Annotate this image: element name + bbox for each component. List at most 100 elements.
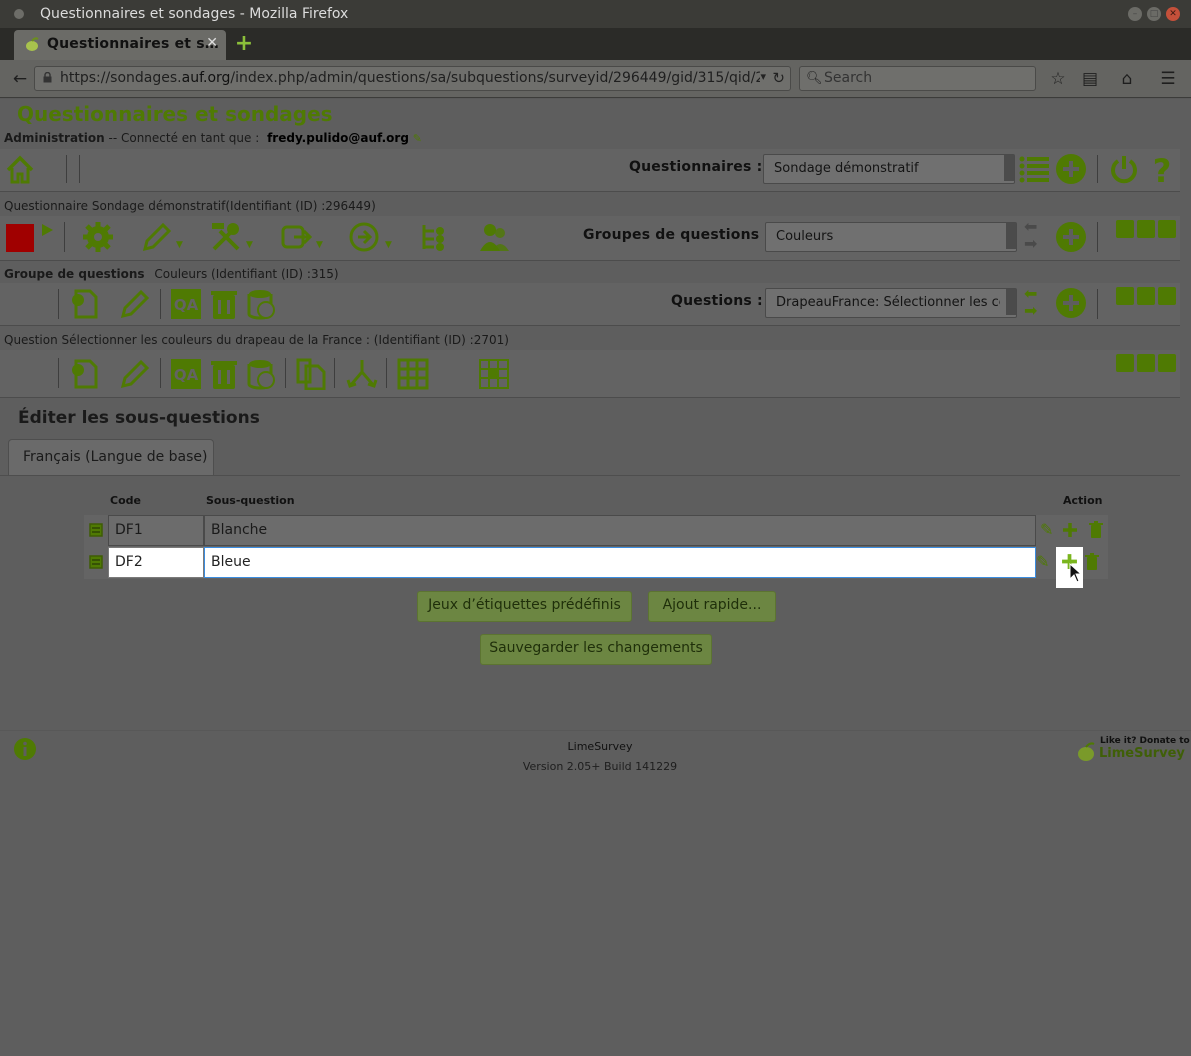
separator <box>334 358 335 388</box>
survey-settings-gear-icon[interactable] <box>82 221 114 253</box>
dropdown-arrow-icon[interactable]: ▼ <box>176 240 183 250</box>
minimize-panel-icon[interactable] <box>1116 220 1134 238</box>
reload-icon[interactable]: ↻ <box>772 69 785 87</box>
prev-next-group-arrows-icon[interactable]: ⬅ ➡ <box>1024 218 1037 252</box>
separator <box>58 358 59 388</box>
dropdown-arrow-icon[interactable]: ▼ <box>316 240 323 250</box>
close-tab-icon[interactable]: ✕ <box>206 35 218 51</box>
responses-icon[interactable] <box>348 221 380 253</box>
delete-question-icon[interactable] <box>208 358 240 390</box>
subquestion-input[interactable]: Bleue <box>204 547 1036 578</box>
back-arrow-icon[interactable]: ← <box>7 66 33 92</box>
close-panel-icon[interactable] <box>1158 220 1176 238</box>
export-question-database-icon[interactable] <box>246 358 278 390</box>
drag-handle-icon[interactable] <box>89 555 103 569</box>
preview-qa-icon[interactable]: QA <box>170 358 202 390</box>
minimize-icon[interactable]: – <box>1128 7 1142 21</box>
survey-structure-icon[interactable] <box>418 221 450 253</box>
export-group-database-icon[interactable] <box>246 288 278 320</box>
survey-toolbar: ▼ ▼ ▼ ▼ Groupes de questions : Couleurs … <box>0 216 1180 261</box>
subquestion-input[interactable]: Blanche <box>204 515 1036 546</box>
question-groups-label: Groupes de questions : <box>583 227 771 243</box>
question-settings-icon[interactable] <box>68 358 100 390</box>
conditions-icon[interactable] <box>346 358 378 390</box>
drag-handle-icon[interactable] <box>89 523 103 537</box>
donate-line1: Like it? Donate to <box>1100 736 1190 746</box>
tools-icon[interactable] <box>210 221 242 253</box>
close-panel-icon[interactable] <box>1158 354 1176 372</box>
list-surveys-icon[interactable] <box>1018 153 1050 185</box>
close-panel-icon[interactable] <box>1158 287 1176 305</box>
home-icon[interactable] <box>4 154 36 186</box>
svg-text:QA: QA <box>174 296 199 314</box>
save-changes-button[interactable]: Sauvegarder les changements <box>480 634 712 665</box>
column-header-code: Code <box>110 494 141 507</box>
edit-pencil-icon[interactable]: ✎ <box>1036 552 1049 571</box>
add-row-icon[interactable] <box>1062 522 1078 538</box>
edit-question-pencil-icon[interactable] <box>119 358 151 390</box>
edit-pencil-icon[interactable]: ✎ <box>1040 520 1053 539</box>
survey-select[interactable]: Sondage démonstratif <box>763 154 1015 184</box>
help-icon[interactable]: ? <box>1146 153 1178 185</box>
question-select[interactable]: DrapeauFrance: Sélectionner les coule <box>765 288 1017 318</box>
add-question-group-icon[interactable] <box>1055 221 1087 253</box>
search-icon: 🔍︎ <box>806 71 823 86</box>
logout-power-icon[interactable] <box>1108 153 1140 185</box>
reading-list-icon[interactable]: ▤ <box>1077 66 1103 92</box>
dropdown-arrow-icon[interactable]: ▼ <box>246 240 253 250</box>
maximize-icon[interactable]: □ <box>1147 7 1161 21</box>
prev-next-question-arrows-icon[interactable]: ⬅ ➡ <box>1024 285 1037 319</box>
delete-row-icon[interactable] <box>1084 553 1100 571</box>
delete-row-icon[interactable] <box>1088 521 1104 539</box>
maximize-panel-icon[interactable] <box>1137 220 1155 238</box>
add-survey-icon[interactable] <box>1055 153 1087 185</box>
participants-icon[interactable] <box>478 221 510 253</box>
footer-app-name: LimeSurvey <box>567 740 633 753</box>
close-window-icon[interactable]: ✕ <box>1166 7 1180 21</box>
answer-options-grid-icon[interactable] <box>478 358 510 390</box>
tab-language-base[interactable]: Français (Langue de base) <box>8 439 214 475</box>
donate-logo[interactable]: Like it? Donate to LimeSurvey <box>1076 736 1190 764</box>
window-titlebar: Questionnaires et sondages - Mozilla Fir… <box>0 0 1191 28</box>
page-content: Questionnaires et sondages Administratio… <box>0 99 1191 1056</box>
delete-group-icon[interactable] <box>208 288 240 320</box>
separator <box>79 155 80 183</box>
display-export-icon[interactable] <box>280 221 312 253</box>
edit-user-icon[interactable]: ✎ <box>413 132 422 145</box>
maximize-panel-icon[interactable] <box>1137 354 1155 372</box>
separator <box>285 358 286 388</box>
code-input[interactable]: DF1 <box>108 515 204 546</box>
code-input[interactable]: DF2 <box>108 547 204 578</box>
tab-language-label: Français (Langue de base) <box>23 449 208 465</box>
edit-group-pencil-icon[interactable] <box>119 288 151 320</box>
home-icon[interactable]: ⌂ <box>1114 66 1140 92</box>
edit-survey-pencil-icon[interactable] <box>141 221 173 253</box>
minimize-panel-icon[interactable] <box>1116 354 1134 372</box>
minimize-panel-icon[interactable] <box>1116 287 1134 305</box>
svg-text:?: ? <box>1153 153 1172 185</box>
window-menu-icon[interactable] <box>14 9 24 19</box>
activate-survey-icon[interactable] <box>40 223 54 237</box>
search-bar[interactable]: 🔍︎ Search <box>799 66 1036 91</box>
group-settings-icon[interactable] <box>68 288 100 320</box>
browser-tab[interactable]: Questionnaires et s… ✕ <box>14 30 226 60</box>
preview-qa-icon[interactable]: QA <box>170 288 202 320</box>
dropdown-arrow-icon[interactable]: ▼ <box>385 240 392 250</box>
hamburger-menu-icon[interactable]: ☰ <box>1155 66 1181 92</box>
donate-line2: LimeSurvey <box>1099 746 1185 761</box>
add-question-icon[interactable] <box>1055 287 1087 319</box>
bookmark-star-icon[interactable]: ☆ <box>1045 66 1071 92</box>
copy-question-icon[interactable] <box>294 358 326 390</box>
url-bar[interactable]: https://sondages.auf.org/index.php/admin… <box>34 66 791 91</box>
predefined-label-sets-button[interactable]: Jeux d’étiquettes prédéfinis <box>417 591 632 622</box>
stop-survey-icon[interactable] <box>6 224 34 252</box>
quick-add-button[interactable]: Ajout rapide... <box>648 591 776 622</box>
url-dropdown-icon[interactable]: ▾ <box>760 70 766 83</box>
question-group-select[interactable]: Couleurs <box>765 222 1017 252</box>
new-tab-icon[interactable]: + <box>233 33 255 55</box>
table-row: DF1 Blanche ✎ <box>84 515 1108 547</box>
footer-divider <box>0 730 1191 731</box>
url-text: https://sondages.auf.org/index.php/admin… <box>60 70 760 86</box>
subquestions-grid-icon[interactable] <box>397 358 429 390</box>
maximize-panel-icon[interactable] <box>1137 287 1155 305</box>
